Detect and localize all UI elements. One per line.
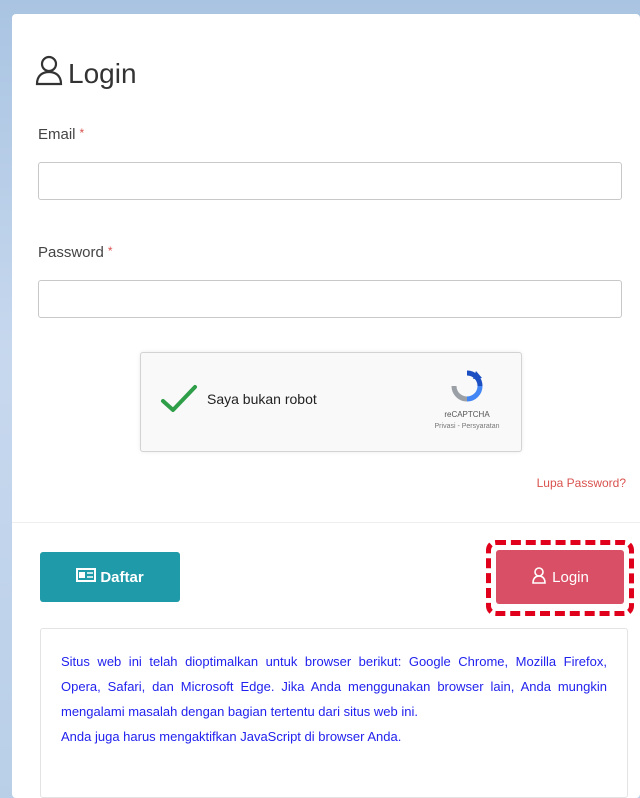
login-button[interactable]: Login: [496, 550, 624, 604]
login-button-label: Login: [552, 568, 589, 586]
email-required-mark: *: [79, 126, 85, 140]
notice-paragraph-1: Situs web ini telah dioptimalkan untuk b…: [61, 654, 607, 719]
password-label: Password *: [38, 244, 113, 261]
user-icon: [34, 54, 68, 93]
login-user-icon: [531, 566, 552, 588]
login-card: Login Email * Password * Saya bukan robot …: [12, 14, 640, 798]
password-label-text: Password: [38, 244, 104, 261]
register-button[interactable]: Daftar: [40, 552, 180, 602]
recaptcha-terms-link[interactable]: Privasi - Persyaratan: [429, 423, 505, 430]
divider: [12, 522, 640, 523]
password-required-mark: *: [107, 244, 113, 258]
email-field[interactable]: [38, 162, 622, 200]
register-card-icon: [76, 567, 100, 587]
password-field[interactable]: [38, 280, 622, 318]
register-button-label: Daftar: [100, 568, 144, 586]
browser-notice: Situs web ini telah dioptimalkan untuk b…: [40, 628, 628, 798]
forgot-password-link[interactable]: Lupa Password?: [537, 476, 626, 490]
recaptcha-label: Saya bukan robot: [207, 391, 317, 407]
recaptcha-logo-icon: [450, 370, 484, 407]
email-label: Email *: [38, 126, 84, 143]
recaptcha-logo: reCAPTCHA Privasi - Persyaratan: [429, 369, 505, 430]
notice-paragraph-2: Anda juga harus mengaktifkan JavaScript …: [61, 729, 402, 744]
page-title: Login: [34, 54, 137, 93]
recaptcha-brand: reCAPTCHA: [444, 410, 490, 419]
recaptcha-widget[interactable]: Saya bukan robot reCAPTCHA Privasi - Per…: [140, 352, 522, 452]
email-label-text: Email: [38, 126, 76, 143]
checkmark-icon[interactable]: [159, 383, 199, 420]
title-text: Login: [68, 57, 137, 89]
